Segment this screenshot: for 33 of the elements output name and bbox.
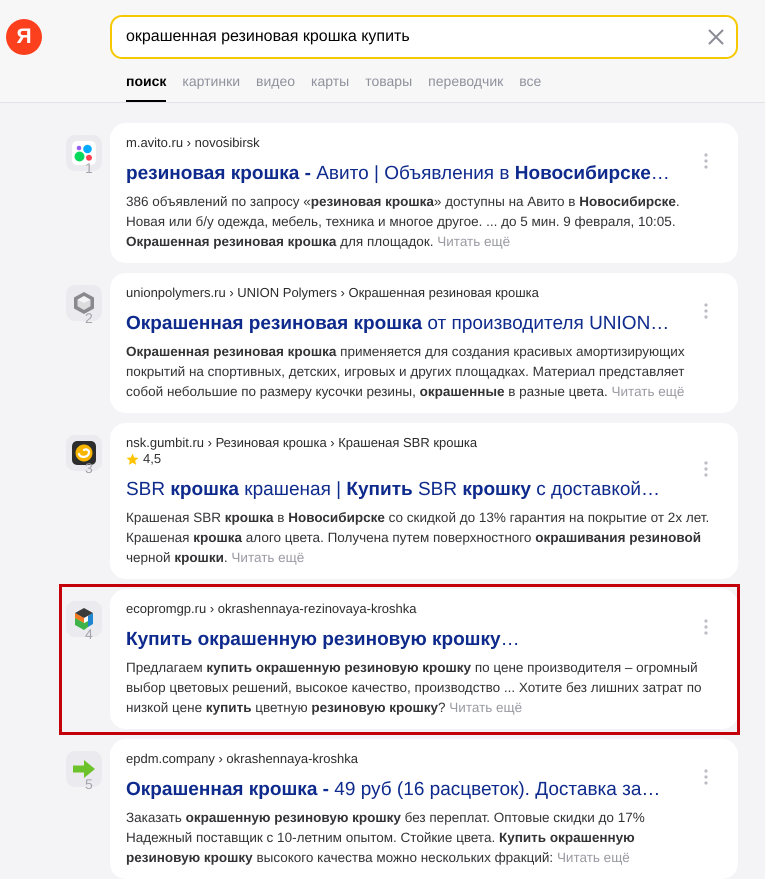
- result-title-link[interactable]: Окрашенная крошка - 49 руб (16 расцветок). Доставка за…: [126, 777, 660, 803]
- result-url[interactable]: ecopromgp.ru › okrashennaya-rezinovaya-kroshka: [126, 601, 416, 617]
- more-options-icon[interactable]: [704, 153, 708, 169]
- more-options-icon[interactable]: [704, 461, 708, 477]
- result-snippet: Заказать окрашенную резиновую крошку без переплат. Оптовые скидки до 17% Надежный поставщик с 10-летним опытом. Стойкие цвета. Купить окрашенную резиновую крошку высокого качества можно нескольких фракций: Читать ещё: [126, 809, 646, 867]
- result-snippet: Окрашенная резиновая крошка применяется для создания красивых амортизирующих покрытий на спортивных, детских, игровых и других площадках. Материал представляет собой небольшие по размеру кусочки резины, окрашенные в разные цвета. Читать ещё: [126, 343, 686, 401]
- result-snippet: Крашеная SBR крошка в Новосибирске со скидкой до 13% гарантия на покрытие от 2х лет. Крашеная крошка алого цвета. Получена путем поверхностного окрашивания резиновой черной крошки. Читать ещё: [126, 509, 710, 567]
- more-options-icon[interactable]: [704, 769, 708, 785]
- rating-value: 4,5: [143, 451, 162, 467]
- result-title-link[interactable]: SBR крошка крашеная | Купить SBR крошку с доставкой…: [126, 477, 660, 503]
- result-url[interactable]: unionpolymers.ru › UNION Polymers › Окрашенная резиновая крошка: [126, 285, 539, 301]
- result-snippet: 386 объявлений по запросу «резиновая крошка» доступны на Авито в Новосибирске. Новая или б/у одежда, мебель, техника и многое другое. ... до 5 мин. 9 февраля, 10:05. Окрашенная резиновая крошка для площадок. Читать ещё: [126, 193, 681, 251]
- result-position: 3: [85, 461, 93, 475]
- result-position: 4: [85, 627, 93, 641]
- more-options-icon[interactable]: [704, 303, 708, 319]
- result-title-link[interactable]: резиновая крошка - Авито | Объявления в Новосибирске…: [126, 161, 670, 187]
- more-options-icon[interactable]: [704, 619, 708, 635]
- logo[interactable]: Я: [6, 19, 42, 55]
- search-tab[interactable]: поиск: [126, 71, 166, 102]
- result-title-link[interactable]: Окрашенная резиновая крошка от производителя UNION…: [126, 311, 670, 337]
- result-position: 1: [85, 161, 93, 175]
- result-snippet: Предлагаем купить окрашенную резиновую крошку по цене производителя – огромный выбор цветовых решений, высокое качество, производство ... Хотите без лишних затрат по низкой цене купить цветную резиновую крошку? Читать ещё: [126, 659, 703, 717]
- search-field[interactable]: окрашенная резиновая крошка купить: [110, 15, 738, 59]
- result-position: 5: [85, 777, 93, 791]
- star-icon: [126, 452, 139, 466]
- result-url[interactable]: epdm.company › okrashennaya-kroshka: [126, 751, 358, 767]
- colored-dots-icon: [66, 135, 102, 171]
- result-title-link[interactable]: Купить окрашенную резиновую крошку…: [126, 627, 520, 653]
- cube-icon: [66, 601, 102, 637]
- result-url[interactable]: m.avito.ru › novosibirsk: [126, 135, 260, 151]
- result-url[interactable]: nsk.gumbit.ru › Резиновая крошка › Крашеная SBR крошка: [126, 435, 478, 451]
- close-icon[interactable]: [708, 29, 724, 45]
- result-position: 2: [85, 311, 93, 325]
